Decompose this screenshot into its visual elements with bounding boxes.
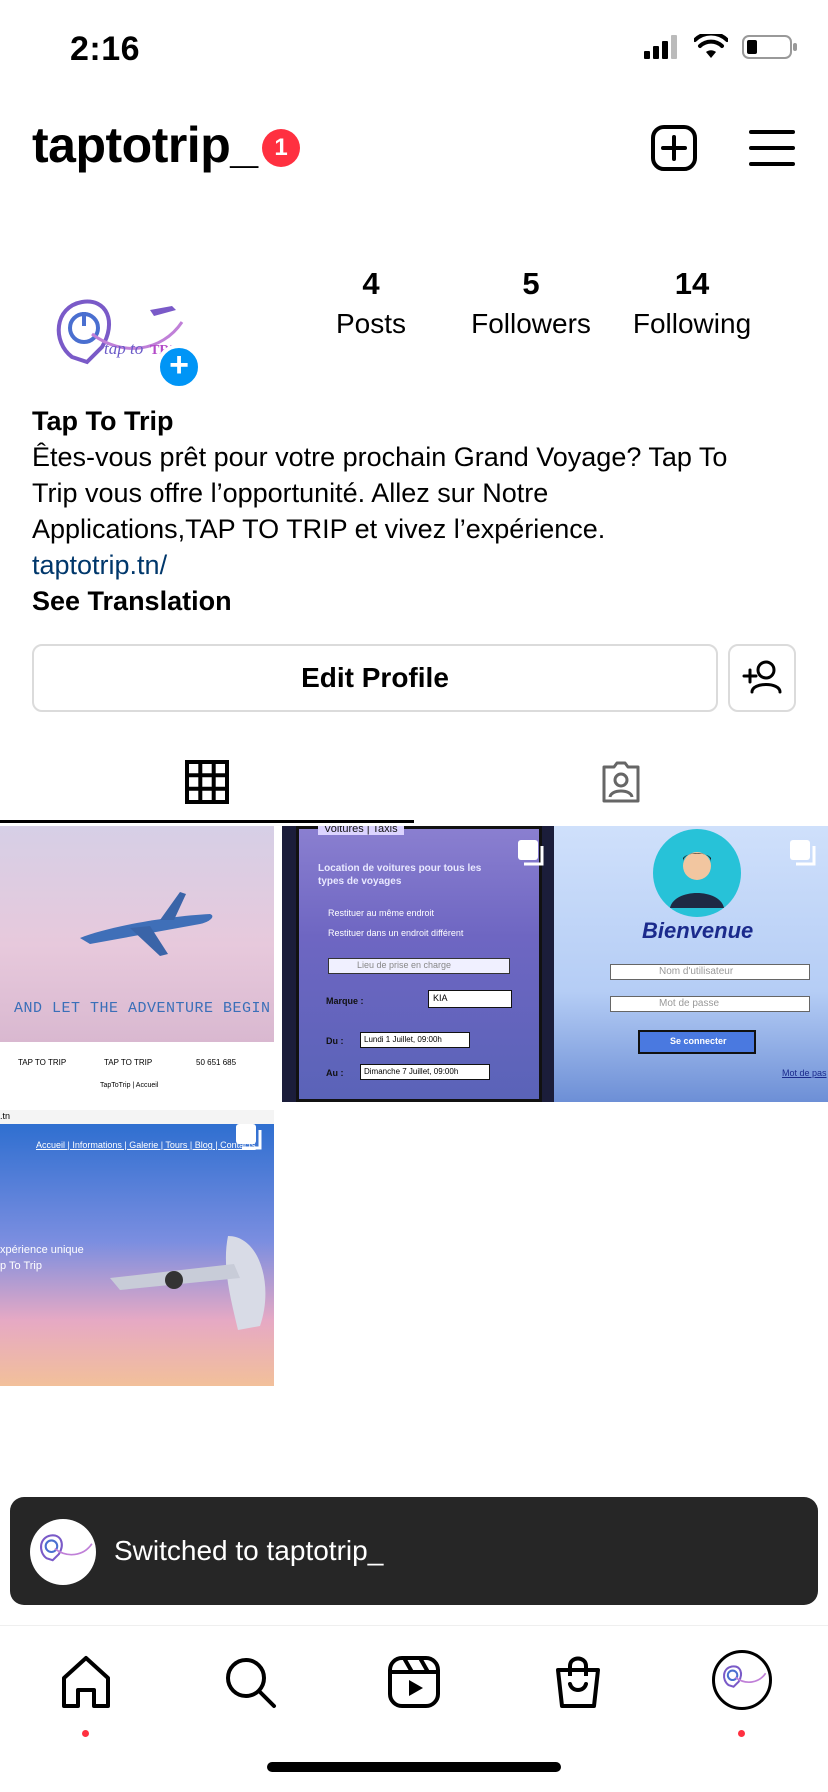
post-title: Location de voitures pour tous les types… (318, 863, 482, 887)
shop-icon[interactable] (546, 1650, 610, 1714)
post-tagline: xpérience unique (0, 1244, 84, 1256)
multiple-posts-icon (236, 1124, 262, 1150)
airplane-icon (80, 892, 213, 956)
post-thumbnail[interactable]: Voitures | Taxis Location de voitures po… (282, 826, 556, 1102)
logo-icon (723, 1665, 767, 1688)
tagged-icon (602, 761, 640, 803)
status-bar: 2:16 (0, 0, 828, 100)
toast-notification[interactable]: Switched to taptotrip_ (10, 1497, 818, 1605)
post-label: Du : (326, 1036, 344, 1046)
post-caption: AND LET THE ADVENTURE BEGIN (14, 1000, 271, 1017)
profile-notification-dot (738, 1730, 745, 1737)
wifi-icon (694, 34, 728, 58)
stat-followers-value: 5 (522, 266, 540, 301)
post-title: Bienvenue (642, 918, 754, 943)
status-time: 2:16 (70, 30, 141, 68)
post-field: Lieu de prise en charge (357, 960, 452, 970)
post-phone: 50 651 685 (196, 1058, 237, 1067)
home-notification-dot (82, 1730, 89, 1737)
post-field: Lundi 1 Juillet, 09:00h (364, 1035, 442, 1044)
add-story-button[interactable]: + (156, 344, 202, 390)
logo-icon (40, 1534, 93, 1562)
home-icon[interactable] (54, 1650, 118, 1714)
tab-tagged[interactable] (414, 740, 828, 824)
reels-icon[interactable] (382, 1650, 446, 1714)
profile-avatar[interactable]: tap to TRIP (32, 262, 192, 422)
user-avatar-icon (653, 829, 741, 917)
post-url: .tn (0, 1111, 11, 1121)
post-option: Restituer au même endroit (328, 908, 435, 918)
profile-header: taptotrip_ 1 (0, 110, 828, 185)
logo-icon: tap to TRIP (56, 299, 184, 365)
post-nav: Accueil | Informations | Galerie | Tours… (36, 1140, 256, 1150)
profile-tabs (0, 740, 828, 824)
bio-line: Êtes-vous prêt pour votre prochain Grand… (32, 442, 728, 472)
logo-text: tap to (104, 339, 143, 358)
edit-profile-button[interactable]: Edit Profile (32, 644, 718, 712)
battery-icon (742, 35, 797, 59)
plus-square-icon[interactable] (650, 124, 698, 172)
post-thumbnail[interactable]: .tn Accueil | Informations | Galerie | T… (0, 1110, 274, 1386)
stat-followers[interactable]: 5 Followers (456, 266, 606, 340)
post-field: Nom d'utilisateur (659, 966, 734, 977)
discover-people-button[interactable] (728, 644, 796, 712)
post-label: Au : (326, 1068, 344, 1078)
toast-avatar (30, 1519, 96, 1585)
stat-following-value: 14 (674, 266, 710, 301)
see-translation-link[interactable]: See Translation (32, 583, 802, 619)
bio-line: Applications,TAP TO TRIP et vivez l’expé… (32, 514, 606, 544)
account-switcher[interactable]: taptotrip_ (32, 116, 258, 174)
post-option: Restituer dans un endroit différent (328, 928, 464, 938)
post-tabs: Voitures | Taxis (318, 826, 404, 835)
post-thumbnail[interactable]: Bienvenue Nom d'utilisateur Mot de passe… (554, 826, 828, 1102)
notification-badge: 1 (262, 129, 300, 167)
post-link: Mot de pas (782, 1068, 827, 1078)
post-contact: TAP TO TRIP (18, 1058, 67, 1067)
post-tagline: p To Trip (0, 1260, 42, 1272)
post-thumbnail[interactable]: AND LET THE ADVENTURE BEGIN TAP TO TRIP … (0, 826, 274, 1102)
stat-following[interactable]: 14 Following (622, 266, 762, 340)
multiple-posts-icon (518, 840, 544, 866)
post-label: Marque : (326, 996, 364, 1006)
bio: Tap To Trip Êtes-vous prêt pour votre pr… (32, 403, 802, 619)
multiple-posts-icon (790, 840, 816, 866)
stat-followers-label: Followers (471, 308, 591, 339)
post-field: Mot de passe (659, 998, 720, 1009)
post-field: Dimanche 7 Juillet, 09:00h (364, 1067, 459, 1076)
website-link[interactable]: taptotrip.tn/ (32, 547, 802, 583)
search-icon[interactable] (218, 1650, 282, 1714)
stat-posts-value: 4 (362, 266, 380, 301)
menu-icon[interactable] (748, 126, 796, 170)
post-field: KIA (433, 993, 448, 1003)
stat-posts-label: Posts (335, 308, 407, 339)
post-contact: TAP TO TRIP (104, 1058, 153, 1067)
stat-posts[interactable]: 4 Posts (316, 266, 426, 340)
post-footer: TapToTrip | Accueil (100, 1082, 159, 1089)
grid-icon (185, 760, 229, 804)
bio-line: Trip vous offre l’opportunité. Allez sur… (32, 478, 549, 508)
home-indicator (267, 1762, 561, 1772)
airplane-icon (110, 1236, 266, 1330)
profile-tab-avatar[interactable] (712, 1650, 772, 1710)
status-icons (644, 34, 798, 60)
toast-message: Switched to taptotrip_ (114, 1535, 384, 1566)
tab-posts-grid[interactable] (0, 740, 414, 824)
active-tab-indicator (0, 820, 414, 823)
add-person-icon (742, 660, 782, 694)
profile-name: Tap To Trip (32, 406, 174, 436)
stat-following-label: Following (632, 308, 752, 339)
signal-icon (644, 35, 677, 59)
post-button: Se connecter (670, 1036, 727, 1046)
